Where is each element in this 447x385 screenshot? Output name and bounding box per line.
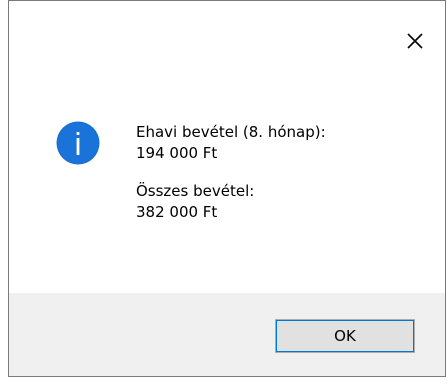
title-bar bbox=[9, 1, 445, 81]
info-icon bbox=[56, 121, 100, 165]
message-text: Ehavi bevétel (8. hónap): 194 000 Ft Öss… bbox=[136, 122, 326, 223]
close-button[interactable] bbox=[385, 1, 445, 81]
close-icon bbox=[407, 33, 423, 49]
total-revenue-value: 382 000 Ft bbox=[136, 203, 218, 221]
total-revenue-block: Összes bevétel: 382 000 Ft bbox=[136, 181, 326, 223]
button-bar: OK bbox=[9, 293, 445, 376]
ok-button[interactable]: OK bbox=[275, 319, 415, 353]
message-box-dialog: Ehavi bevétel (8. hónap): 194 000 Ft Öss… bbox=[8, 0, 446, 377]
monthly-revenue-block: Ehavi bevétel (8. hónap): 194 000 Ft bbox=[136, 122, 326, 164]
monthly-revenue-label: Ehavi bevétel (8. hónap): bbox=[136, 123, 326, 141]
monthly-revenue-value: 194 000 Ft bbox=[136, 144, 218, 162]
message-area: Ehavi bevétel (8. hónap): 194 000 Ft Öss… bbox=[9, 81, 445, 294]
total-revenue-label: Összes bevétel: bbox=[136, 182, 255, 200]
